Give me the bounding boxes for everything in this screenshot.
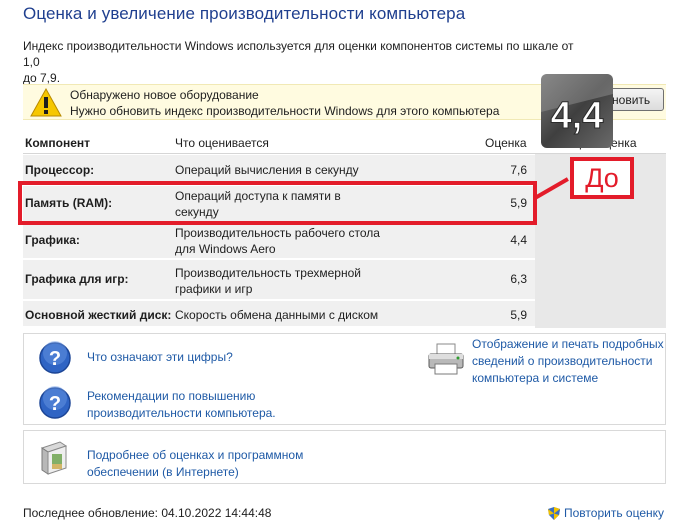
row-rated-line1: Производительность трехмерной	[175, 266, 361, 280]
row-component: Основной жесткий диск:	[25, 308, 172, 322]
svg-text:?: ?	[49, 348, 61, 370]
base-score-badge: 4,4	[541, 74, 613, 148]
table-row: Графика для игр: Производительность трех…	[23, 260, 535, 300]
row-component: Графика для игр:	[25, 272, 129, 286]
online-info-link[interactable]: Подробнее об оценках и программном обесп…	[87, 447, 303, 481]
row-rated: Операций вычисления в секунду	[175, 162, 385, 178]
description-line-1: Индекс производительности Windows исполь…	[23, 39, 574, 69]
row-rated: Скорость обмена данными с диском	[175, 307, 385, 323]
uac-shield-icon	[548, 507, 560, 520]
warning-icon	[30, 88, 62, 117]
base-score-value: 4,4	[551, 95, 604, 137]
annotation-highlight	[18, 181, 537, 225]
svg-text:?: ?	[49, 393, 61, 415]
row-rated: Производительность трехмерной графики и …	[175, 265, 385, 297]
printer-icon	[428, 343, 464, 375]
help-icon: ?	[39, 386, 71, 419]
row-rated-line2: графики и игр	[175, 282, 253, 296]
print-link-line3: компьютера и системе	[472, 371, 599, 385]
row-score: 6,3	[510, 272, 527, 286]
tips-link-line2: производительности компьютера.	[87, 406, 276, 420]
tips-link[interactable]: Рекомендации по повышению производительн…	[87, 388, 276, 422]
row-rated-line1: Операций вычисления в секунду	[175, 163, 359, 177]
row-rated-line2: для Windows Aero	[175, 242, 276, 256]
online-link-line2: обеспечении (в Интернете)	[87, 465, 239, 479]
print-link-line1: Отображение и печать подробных	[472, 337, 664, 351]
help-icon: ?	[39, 341, 71, 374]
print-link-line2: сведений о производительности	[472, 354, 653, 368]
notice-text: Нужно обновить индекс производительности…	[70, 104, 500, 118]
software-box-icon	[40, 441, 68, 475]
row-rated: Производительность рабочего стола для Wi…	[175, 225, 385, 257]
tips-link-line1: Рекомендации по повышению	[87, 389, 256, 403]
row-score: 4,4	[510, 233, 527, 247]
online-link-line1: Подробнее об оценках и программном	[87, 448, 304, 462]
row-rated-line1: Скорость обмена данными с диском	[175, 308, 379, 322]
links-panel: ? Что означают эти цифры? ? Рекомендации…	[23, 333, 666, 425]
row-score: 5,9	[510, 308, 527, 322]
annotation-label: До	[570, 157, 634, 199]
row-component: Графика:	[25, 233, 80, 247]
rerun-assessment-link[interactable]: Повторить оценку	[564, 505, 664, 522]
page-description: Индекс производительности Windows исполь…	[23, 38, 583, 86]
print-details-link[interactable]: Отображение и печать подробных сведений …	[472, 336, 664, 387]
what-numbers-link[interactable]: Что означают эти цифры?	[87, 349, 233, 366]
online-info-panel: Подробнее об оценках и программном обесп…	[23, 430, 666, 484]
header-rated: Что оценивается	[175, 136, 269, 150]
row-rated-line1: Производительность рабочего стола	[175, 226, 380, 240]
row-component: Процессор:	[25, 163, 95, 177]
rerun-assessment[interactable]: Повторить оценку	[548, 505, 664, 522]
header-score: Оценка	[485, 136, 527, 150]
header-component: Компонент	[25, 136, 90, 150]
last-update-text: Последнее обновление: 04.10.2022 14:44:4…	[23, 506, 272, 520]
page-title: Оценка и увеличение производительности к…	[23, 4, 466, 23]
table-row: Графика: Производительность рабочего сто…	[23, 223, 535, 259]
notice-title: Обнаружено новое оборудование	[70, 88, 259, 102]
row-score: 7,6	[510, 163, 527, 177]
table-row: Основной жесткий диск: Скорость обмена д…	[23, 301, 535, 327]
